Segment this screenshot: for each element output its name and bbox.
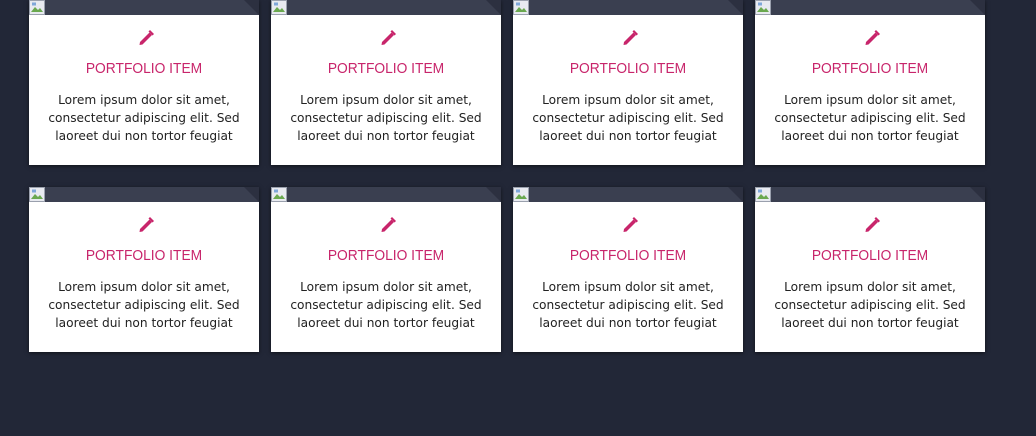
card-image[interactable] xyxy=(271,0,501,15)
card-image[interactable] xyxy=(513,0,743,15)
portfolio-card[interactable]: PORTFOLIO ITEM Lorem ipsum dolor sit ame… xyxy=(271,187,501,352)
broken-image-icon xyxy=(29,187,45,202)
portfolio-card[interactable]: PORTFOLIO ITEM Lorem ipsum dolor sit ame… xyxy=(29,187,259,352)
card-image[interactable] xyxy=(29,0,259,15)
card-image[interactable] xyxy=(271,187,501,202)
card-description: Lorem ipsum dolor sit amet, consectetur … xyxy=(532,280,724,330)
card-image[interactable] xyxy=(513,187,743,202)
card-description: Lorem ipsum dolor sit amet, consectetur … xyxy=(774,93,966,143)
broken-image-icon xyxy=(513,187,529,202)
card-title: PORTFOLIO ITEM xyxy=(569,60,687,77)
pencil-icon xyxy=(139,217,154,232)
broken-image-icon xyxy=(29,0,45,15)
portfolio-card[interactable]: PORTFOLIO ITEM Lorem ipsum dolor sit ame… xyxy=(755,0,985,165)
card-body: PORTFOLIO ITEM Lorem ipsum dolor sit ame… xyxy=(29,202,259,352)
card-body: PORTFOLIO ITEM Lorem ipsum dolor sit ame… xyxy=(29,15,259,165)
card-description: Lorem ipsum dolor sit amet, consectetur … xyxy=(532,93,724,143)
card-description: Lorem ipsum dolor sit amet, consectetur … xyxy=(48,280,240,330)
pencil-icon xyxy=(381,30,396,45)
broken-image-icon xyxy=(513,0,529,15)
broken-image-icon xyxy=(271,187,287,202)
portfolio-card[interactable]: PORTFOLIO ITEM Lorem ipsum dolor sit ame… xyxy=(513,187,743,352)
card-body: PORTFOLIO ITEM Lorem ipsum dolor sit ame… xyxy=(755,202,985,352)
card-title: PORTFOLIO ITEM xyxy=(327,247,445,264)
card-description: Lorem ipsum dolor sit amet, consectetur … xyxy=(48,93,240,143)
card-body: PORTFOLIO ITEM Lorem ipsum dolor sit ame… xyxy=(513,202,743,352)
pencil-icon xyxy=(865,30,880,45)
card-title: PORTFOLIO ITEM xyxy=(327,60,445,77)
pencil-icon xyxy=(623,217,638,232)
card-description: Lorem ipsum dolor sit amet, consectetur … xyxy=(290,280,482,330)
card-description: Lorem ipsum dolor sit amet, consectetur … xyxy=(774,280,966,330)
card-title: PORTFOLIO ITEM xyxy=(85,247,203,264)
portfolio-card[interactable]: PORTFOLIO ITEM Lorem ipsum dolor sit ame… xyxy=(755,187,985,352)
portfolio-card[interactable]: PORTFOLIO ITEM Lorem ipsum dolor sit ame… xyxy=(271,0,501,165)
card-title: PORTFOLIO ITEM xyxy=(811,60,929,77)
broken-image-icon xyxy=(755,0,771,15)
pencil-icon xyxy=(623,30,638,45)
card-title: PORTFOLIO ITEM xyxy=(85,60,203,77)
portfolio-card[interactable]: PORTFOLIO ITEM Lorem ipsum dolor sit ame… xyxy=(513,0,743,165)
card-image[interactable] xyxy=(755,187,985,202)
broken-image-icon xyxy=(271,0,287,15)
pencil-icon xyxy=(381,217,396,232)
card-title: PORTFOLIO ITEM xyxy=(811,247,929,264)
broken-image-icon xyxy=(755,187,771,202)
card-image[interactable] xyxy=(29,187,259,202)
pencil-icon xyxy=(865,217,880,232)
portfolio-card[interactable]: PORTFOLIO ITEM Lorem ipsum dolor sit ame… xyxy=(29,0,259,165)
pencil-icon xyxy=(139,30,154,45)
card-body: PORTFOLIO ITEM Lorem ipsum dolor sit ame… xyxy=(271,15,501,165)
card-body: PORTFOLIO ITEM Lorem ipsum dolor sit ame… xyxy=(513,15,743,165)
card-title: PORTFOLIO ITEM xyxy=(569,247,687,264)
card-body: PORTFOLIO ITEM Lorem ipsum dolor sit ame… xyxy=(755,15,985,165)
card-image[interactable] xyxy=(755,0,985,15)
card-body: PORTFOLIO ITEM Lorem ipsum dolor sit ame… xyxy=(271,202,501,352)
card-description: Lorem ipsum dolor sit amet, consectetur … xyxy=(290,93,482,143)
